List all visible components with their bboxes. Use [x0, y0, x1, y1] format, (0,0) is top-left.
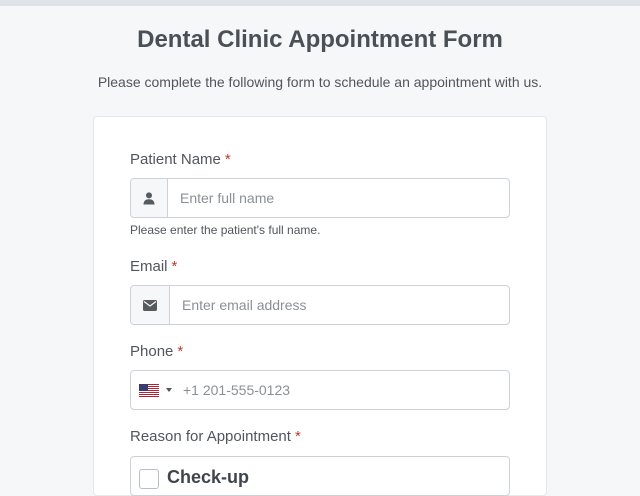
checkup-checkbox[interactable] — [139, 469, 159, 489]
reason-options: Check-up — [130, 456, 510, 496]
required-marker: * — [171, 258, 178, 275]
patient-name-input-group — [130, 178, 510, 218]
required-marker: * — [177, 343, 184, 360]
patient-name-label: Patient Name * — [130, 151, 231, 168]
phone-label-text: Phone — [130, 343, 174, 360]
page-subtitle: Please complete the following form to sc… — [97, 74, 543, 90]
envelope-icon — [131, 286, 170, 324]
reason-label-text: Reason for Appointment — [130, 428, 291, 445]
chevron-down-icon — [166, 388, 172, 392]
envelope-icon-svg — [143, 299, 157, 311]
patient-name-label-text: Patient Name — [130, 151, 221, 168]
page-title: Dental Clinic Appointment Form — [137, 26, 503, 53]
phone-label: Phone * — [130, 343, 183, 360]
email-label: Email * — [130, 258, 177, 275]
reason-label: Reason for Appointment * — [130, 428, 301, 445]
email-label-text: Email — [130, 258, 168, 275]
email-input-group — [130, 285, 510, 325]
required-marker: * — [224, 151, 231, 168]
phone-input[interactable] — [179, 371, 509, 409]
patient-name-help: Please enter the patient's full name. — [130, 223, 321, 237]
patient-name-input[interactable] — [168, 179, 509, 217]
email-input[interactable] — [170, 286, 509, 324]
user-icon — [131, 179, 168, 217]
country-selector[interactable] — [131, 371, 179, 409]
required-marker: * — [294, 428, 301, 445]
top-bar — [0, 0, 640, 6]
user-icon-svg — [143, 191, 155, 204]
checkup-label[interactable]: Check-up — [167, 467, 249, 488]
phone-input-group — [130, 370, 510, 410]
us-flag-icon — [139, 383, 159, 397]
